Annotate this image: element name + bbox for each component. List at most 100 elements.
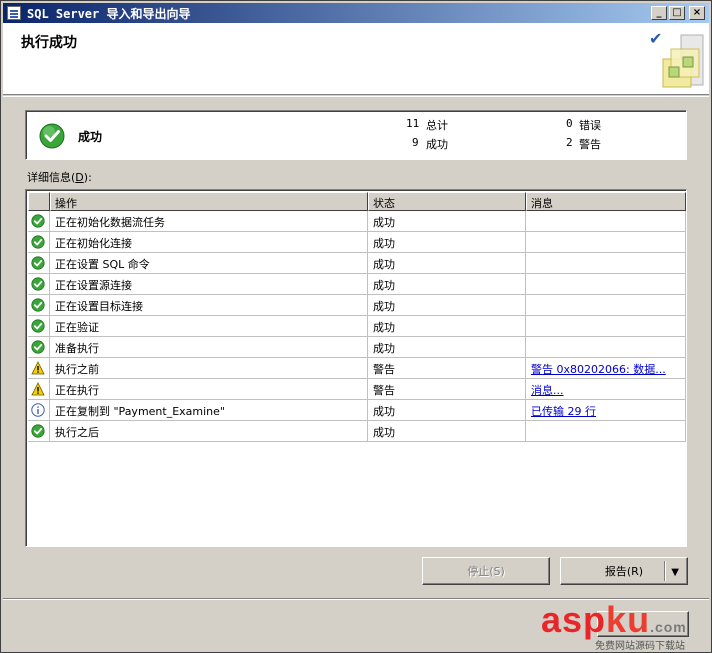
maximize-button[interactable]: □ xyxy=(669,6,685,20)
report-button[interactable]: 报告(R) ▼ xyxy=(560,557,688,585)
summary-panel: 成功 11 总计 9 成功 0 错误 2 警告 xyxy=(25,110,687,160)
action-cell: 执行之前 xyxy=(50,358,368,379)
title-bar[interactable]: SQL Server 导入和导出向导 _ □ × xyxy=(3,3,709,23)
watermark-logo: aspku.com 免费网站源码下载站 xyxy=(541,599,709,652)
window-title: SQL Server 导入和导出向导 xyxy=(27,6,191,21)
table-row[interactable]: 正在设置目标连接 成功 xyxy=(28,295,686,316)
page-title: 执行成功 xyxy=(21,35,77,51)
row-status-cell xyxy=(28,400,50,421)
success-icon xyxy=(31,423,45,438)
message-cell xyxy=(526,421,686,442)
action-cell: 执行之后 xyxy=(50,421,368,442)
table-row[interactable]: 执行之前 警告 警告 0x80202066: 数据... xyxy=(28,358,686,379)
status-cell: 成功 xyxy=(368,295,526,316)
status-cell: 成功 xyxy=(368,274,526,295)
app-icon xyxy=(7,6,21,20)
success-icon xyxy=(31,276,45,291)
message-link[interactable]: 警告 0x80202066: 数据... xyxy=(531,363,666,376)
action-cell: 正在复制到 "Payment_Examine" xyxy=(50,400,368,421)
success-count: 9 xyxy=(412,136,419,149)
row-status-cell xyxy=(28,379,50,400)
message-cell xyxy=(526,232,686,253)
action-cell: 准备执行 xyxy=(50,337,368,358)
column-header-icon xyxy=(28,192,50,211)
message-cell[interactable]: 警告 0x80202066: 数据... xyxy=(526,358,686,379)
warning-icon xyxy=(31,381,45,396)
message-cell xyxy=(526,295,686,316)
message-cell[interactable]: 已传输 29 行 xyxy=(526,400,686,421)
minimize-button[interactable]: _ xyxy=(651,6,667,20)
row-status-cell xyxy=(28,295,50,316)
row-status-cell xyxy=(28,337,50,358)
message-cell xyxy=(526,211,686,232)
success-icon xyxy=(31,234,45,249)
wizard-window: SQL Server 导入和导出向导 _ □ × 执行成功 ✔ 成功 11 总计… xyxy=(0,0,712,653)
header-banner: 执行成功 ✔ xyxy=(3,23,709,95)
row-status-cell xyxy=(28,316,50,337)
success-icon xyxy=(31,318,45,333)
table-row[interactable]: 正在设置 SQL 命令 成功 xyxy=(28,253,686,274)
status-cell: 成功 xyxy=(368,421,526,442)
message-cell xyxy=(526,253,686,274)
status-cell: 成功 xyxy=(368,337,526,358)
status-cell: 成功 xyxy=(368,316,526,337)
row-status-cell xyxy=(28,358,50,379)
status-cell: 警告 xyxy=(368,358,526,379)
message-cell xyxy=(526,337,686,358)
table-row[interactable]: 准备执行 成功 xyxy=(28,337,686,358)
message-cell xyxy=(526,274,686,295)
details-grid[interactable]: 操作 状态 消息 正在初始化数据流任务 成功 正在初始化连接 成功 正在设置 SQL 命… xyxy=(25,189,687,547)
status-cell: 成功 xyxy=(368,253,526,274)
warning-label: 警告 xyxy=(579,138,601,151)
grid-header: 操作 状态 消息 xyxy=(28,192,686,211)
report-button-label: 报告(R) xyxy=(604,565,644,578)
warning-count: 2 xyxy=(566,136,573,149)
column-header-message[interactable]: 消息 xyxy=(526,192,686,211)
dropdown-arrow-icon[interactable]: ▼ xyxy=(671,567,679,578)
column-header-status[interactable]: 状态 xyxy=(368,192,526,211)
error-count: 0 xyxy=(566,117,573,130)
success-icon xyxy=(31,297,45,312)
status-cell: 成功 xyxy=(368,232,526,253)
stop-button[interactable]: 停止(S) xyxy=(422,557,550,585)
action-cell: 正在验证 xyxy=(50,316,368,337)
divider xyxy=(664,561,665,581)
table-row[interactable]: 正在复制到 "Payment_Examine" 成功 已传输 29 行 xyxy=(28,400,686,421)
action-cell: 正在初始化连接 xyxy=(50,232,368,253)
total-label: 总计 xyxy=(426,119,448,132)
table-row[interactable]: 正在初始化数据流任务 成功 xyxy=(28,211,686,232)
row-status-cell xyxy=(28,274,50,295)
success-icon xyxy=(39,123,65,149)
action-cell: 正在设置 SQL 命令 xyxy=(50,253,368,274)
details-label: 详细信息(D): xyxy=(27,171,92,184)
summary-status: 成功 xyxy=(78,130,103,144)
table-row[interactable]: 正在设置源连接 成功 xyxy=(28,274,686,295)
wizard-graphic-icon xyxy=(662,34,704,88)
status-cell: 警告 xyxy=(368,379,526,400)
action-cell: 正在执行 xyxy=(50,379,368,400)
success-icon xyxy=(31,213,45,228)
success-label: 成功 xyxy=(426,138,448,151)
status-cell: 成功 xyxy=(368,400,526,421)
column-header-action[interactable]: 操作 xyxy=(50,192,368,211)
row-status-cell xyxy=(28,211,50,232)
status-cell: 成功 xyxy=(368,211,526,232)
table-row[interactable]: 正在初始化连接 成功 xyxy=(28,232,686,253)
message-cell xyxy=(526,316,686,337)
info-icon xyxy=(31,402,45,417)
message-cell[interactable]: 消息... xyxy=(526,379,686,400)
watermark-brand: aspku.com xyxy=(541,599,687,640)
message-link[interactable]: 已传输 29 行 xyxy=(531,405,596,418)
success-icon xyxy=(31,255,45,270)
grid-body: 正在初始化数据流任务 成功 正在初始化连接 成功 正在设置 SQL 命令 成功 正在设置源连… xyxy=(28,211,686,442)
watermark-tagline: 免费网站源码下载站 xyxy=(595,641,685,652)
table-row[interactable]: 正在执行 警告 消息... xyxy=(28,379,686,400)
row-status-cell xyxy=(28,253,50,274)
message-link[interactable]: 消息... xyxy=(531,384,564,397)
close-button[interactable]: × xyxy=(689,6,705,20)
row-status-cell xyxy=(28,232,50,253)
table-row[interactable]: 正在验证 成功 xyxy=(28,316,686,337)
action-cell: 正在设置源连接 xyxy=(50,274,368,295)
action-cell: 正在设置目标连接 xyxy=(50,295,368,316)
table-row[interactable]: 执行之后 成功 xyxy=(28,421,686,442)
